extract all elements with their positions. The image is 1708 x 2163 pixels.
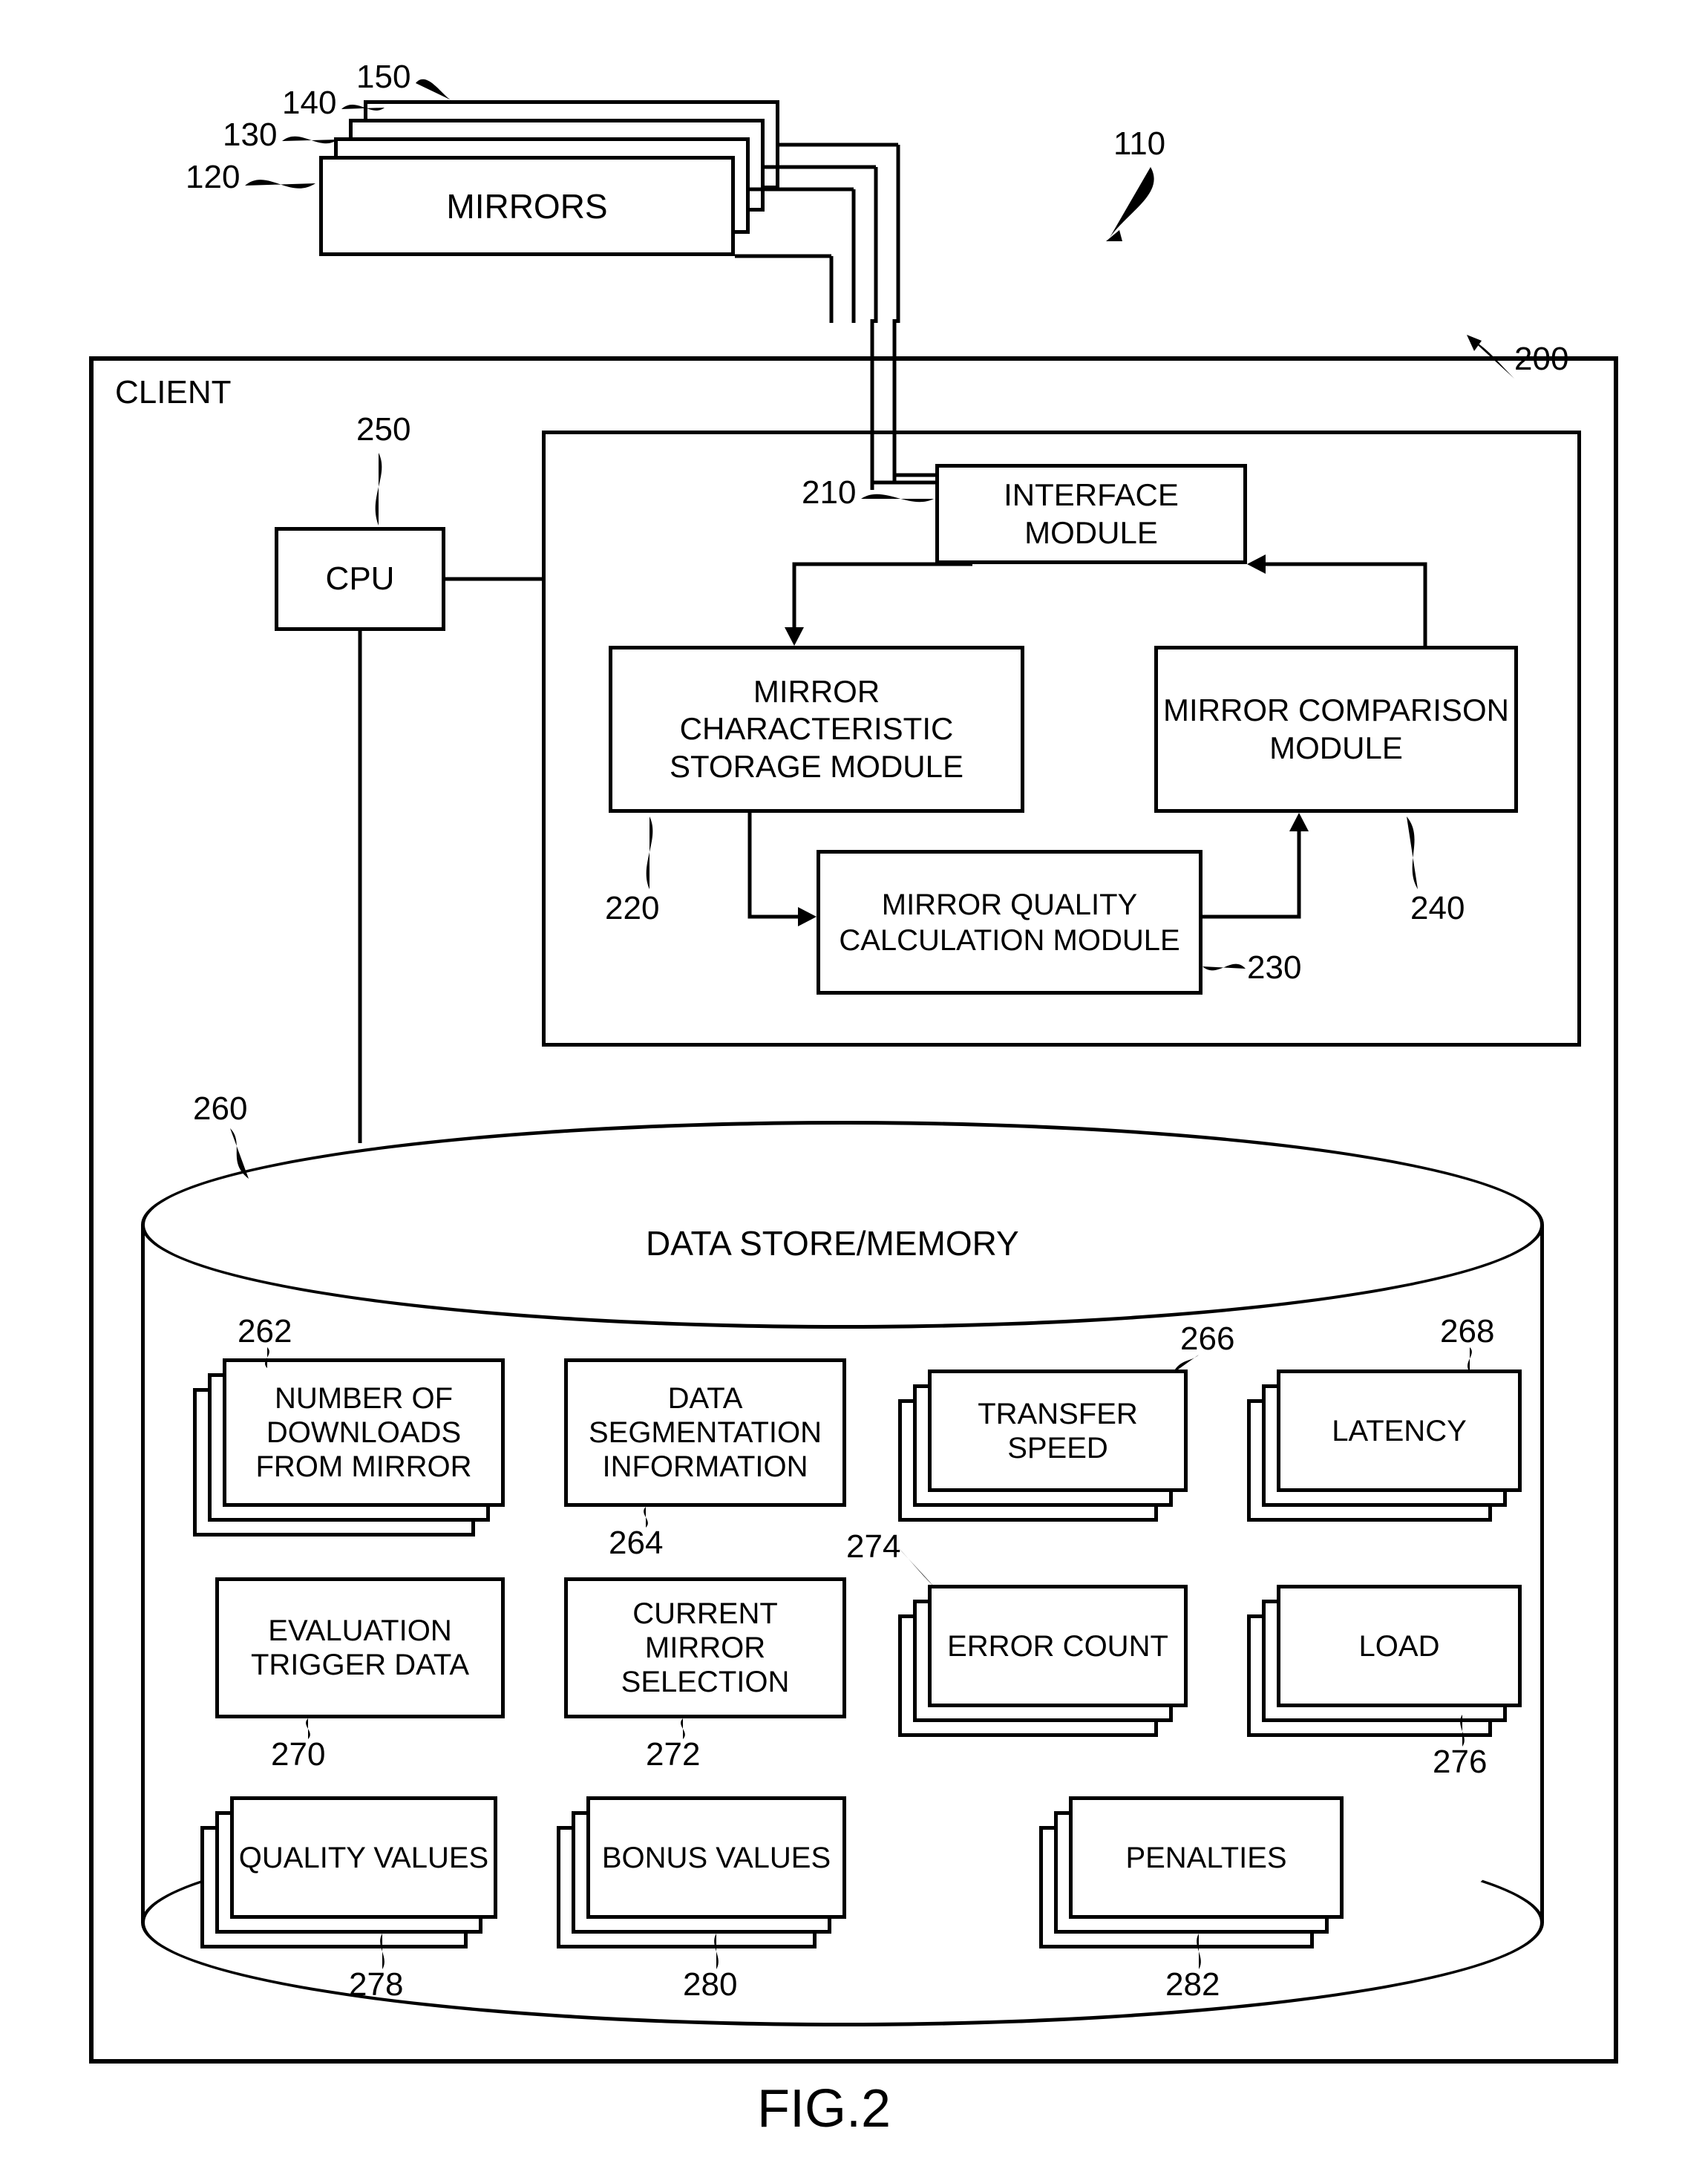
penalties-stack: PENALTIES — [1069, 1796, 1344, 1919]
ref-250: 250 — [356, 412, 410, 448]
ref-220: 220 — [605, 891, 659, 926]
ref-260: 260 — [193, 1091, 247, 1127]
ref-282: 282 — [1165, 1967, 1220, 2003]
bonus-values-stack: BONUS VALUES — [586, 1796, 846, 1919]
interface-module: INTERFACE MODULE — [935, 464, 1247, 564]
eval-trigger-label: EVALUATION TRIGGER DATA — [223, 1614, 497, 1682]
transfer-speed-stack: TRANSFER SPEED — [928, 1370, 1188, 1492]
lead-276 — [1451, 1715, 1473, 1748]
lead-272 — [672, 1718, 694, 1741]
ref-140: 140 — [282, 85, 336, 121]
ref-110: 110 — [1113, 126, 1165, 162]
error-count-stack: ERROR COUNT — [928, 1585, 1188, 1707]
lead-278 — [371, 1934, 393, 1971]
lead-120 — [245, 174, 319, 204]
error-count-label: ERROR COUNT — [947, 1629, 1168, 1663]
ref-266: 266 — [1180, 1321, 1234, 1357]
mirror-quality-label: MIRROR QUALITY CALCULATION MODULE — [820, 887, 1199, 958]
ref-276: 276 — [1433, 1744, 1487, 1780]
latency-stack: LATENCY — [1277, 1370, 1522, 1492]
num-downloads-label: NUMBER OF DOWNLOADS FROM MIRROR — [231, 1381, 497, 1484]
data-store-label: DATA STORE/MEMORY — [646, 1225, 1019, 1263]
ref-268: 268 — [1440, 1314, 1494, 1349]
cpu-label: CPU — [326, 560, 395, 599]
cpu-box: CPU — [275, 527, 445, 631]
lead-262 — [256, 1347, 278, 1370]
figure-canvas: MIRRORS 120 130 140 150 110 CLIENT 200 C… — [0, 0, 1708, 2163]
mirror-quality-module: MIRROR QUALITY CALCULATION MODULE — [817, 850, 1203, 995]
eval-trigger-box: EVALUATION TRIGGER DATA — [215, 1577, 505, 1718]
ref-280: 280 — [683, 1967, 737, 2003]
client-label: CLIENT — [115, 375, 231, 410]
ref-274: 274 — [846, 1529, 900, 1565]
interface-module-label: INTERFACE MODULE — [939, 477, 1243, 552]
mirror-char-storage-module: MIRROR CHARACTERISTIC STORAGE MODULE — [609, 646, 1024, 813]
lead-230 — [1203, 958, 1247, 980]
mirrors-label: MIRRORS — [446, 186, 607, 226]
mirror-stack-connectors — [735, 100, 958, 330]
arrow-interface-to-storage — [787, 564, 980, 653]
ref-210: 210 — [802, 475, 856, 511]
ref-150: 150 — [356, 59, 410, 95]
penalties-label: PENALTIES — [1125, 1841, 1286, 1875]
arrow-quality-to-comparison — [1203, 813, 1314, 932]
ref-278: 278 — [349, 1967, 403, 2003]
ref-262: 262 — [238, 1314, 292, 1349]
num-downloads-stack: NUMBER OF DOWNLOADS FROM MIRROR — [223, 1358, 505, 1507]
load-stack: LOAD — [1277, 1585, 1522, 1707]
mirror-comparison-module: MIRROR COMPARISON MODULE — [1154, 646, 1518, 813]
ref-240: 240 — [1410, 891, 1465, 926]
lead-110 — [1106, 167, 1195, 241]
ref-200: 200 — [1514, 341, 1568, 377]
lead-250 — [364, 453, 393, 527]
lead-130 — [282, 132, 341, 154]
mirror-char-storage-label: MIRROR CHARACTERISTIC STORAGE MODULE — [612, 673, 1021, 785]
ref-120: 120 — [186, 160, 240, 195]
data-seg-box: DATA SEGMENTATION INFORMATION — [564, 1358, 846, 1507]
current-mirror-label: CURRENT MIRROR SELECTION — [572, 1597, 838, 1699]
lead-260 — [223, 1128, 267, 1180]
mirror-comparison-label: MIRROR COMPARISON MODULE — [1158, 692, 1514, 767]
mirrors-stack: MIRRORS — [319, 100, 779, 256]
load-label: LOAD — [1359, 1629, 1440, 1663]
lead-200 — [1470, 338, 1522, 382]
quality-values-stack: QUALITY VALUES — [230, 1796, 497, 1919]
lead-282 — [1188, 1934, 1210, 1971]
lead-274 — [898, 1548, 935, 1588]
lead-264 — [635, 1507, 657, 1529]
lead-266 — [1173, 1355, 1203, 1377]
arrow-comparison-to-interface — [1247, 564, 1440, 653]
lead-140 — [341, 100, 386, 122]
latency-label: LATENCY — [1332, 1414, 1467, 1448]
lead-268 — [1459, 1347, 1481, 1373]
lead-280 — [705, 1934, 727, 1971]
lead-220 — [635, 817, 664, 891]
ref-130: 130 — [223, 117, 277, 153]
transfer-speed-label: TRANSFER SPEED — [936, 1397, 1179, 1465]
ref-270: 270 — [271, 1737, 325, 1773]
lead-240 — [1384, 817, 1429, 891]
figure-label: FIG.2 — [757, 2078, 891, 2139]
lead-150 — [416, 74, 453, 104]
cpu-to-datastore-line — [356, 631, 364, 1143]
ref-230: 230 — [1247, 950, 1301, 986]
quality-values-label: QUALITY VALUES — [239, 1841, 488, 1875]
ref-272: 272 — [646, 1737, 700, 1773]
arrow-storage-to-quality — [742, 813, 824, 924]
current-mirror-box: CURRENT MIRROR SELECTION — [564, 1577, 846, 1718]
bonus-values-label: BONUS VALUES — [602, 1841, 831, 1875]
lead-270 — [297, 1718, 319, 1741]
cpu-to-modules-line — [445, 575, 546, 583]
data-seg-label: DATA SEGMENTATION INFORMATION — [572, 1381, 838, 1484]
ref-264: 264 — [609, 1525, 663, 1561]
lead-210 — [861, 490, 935, 512]
